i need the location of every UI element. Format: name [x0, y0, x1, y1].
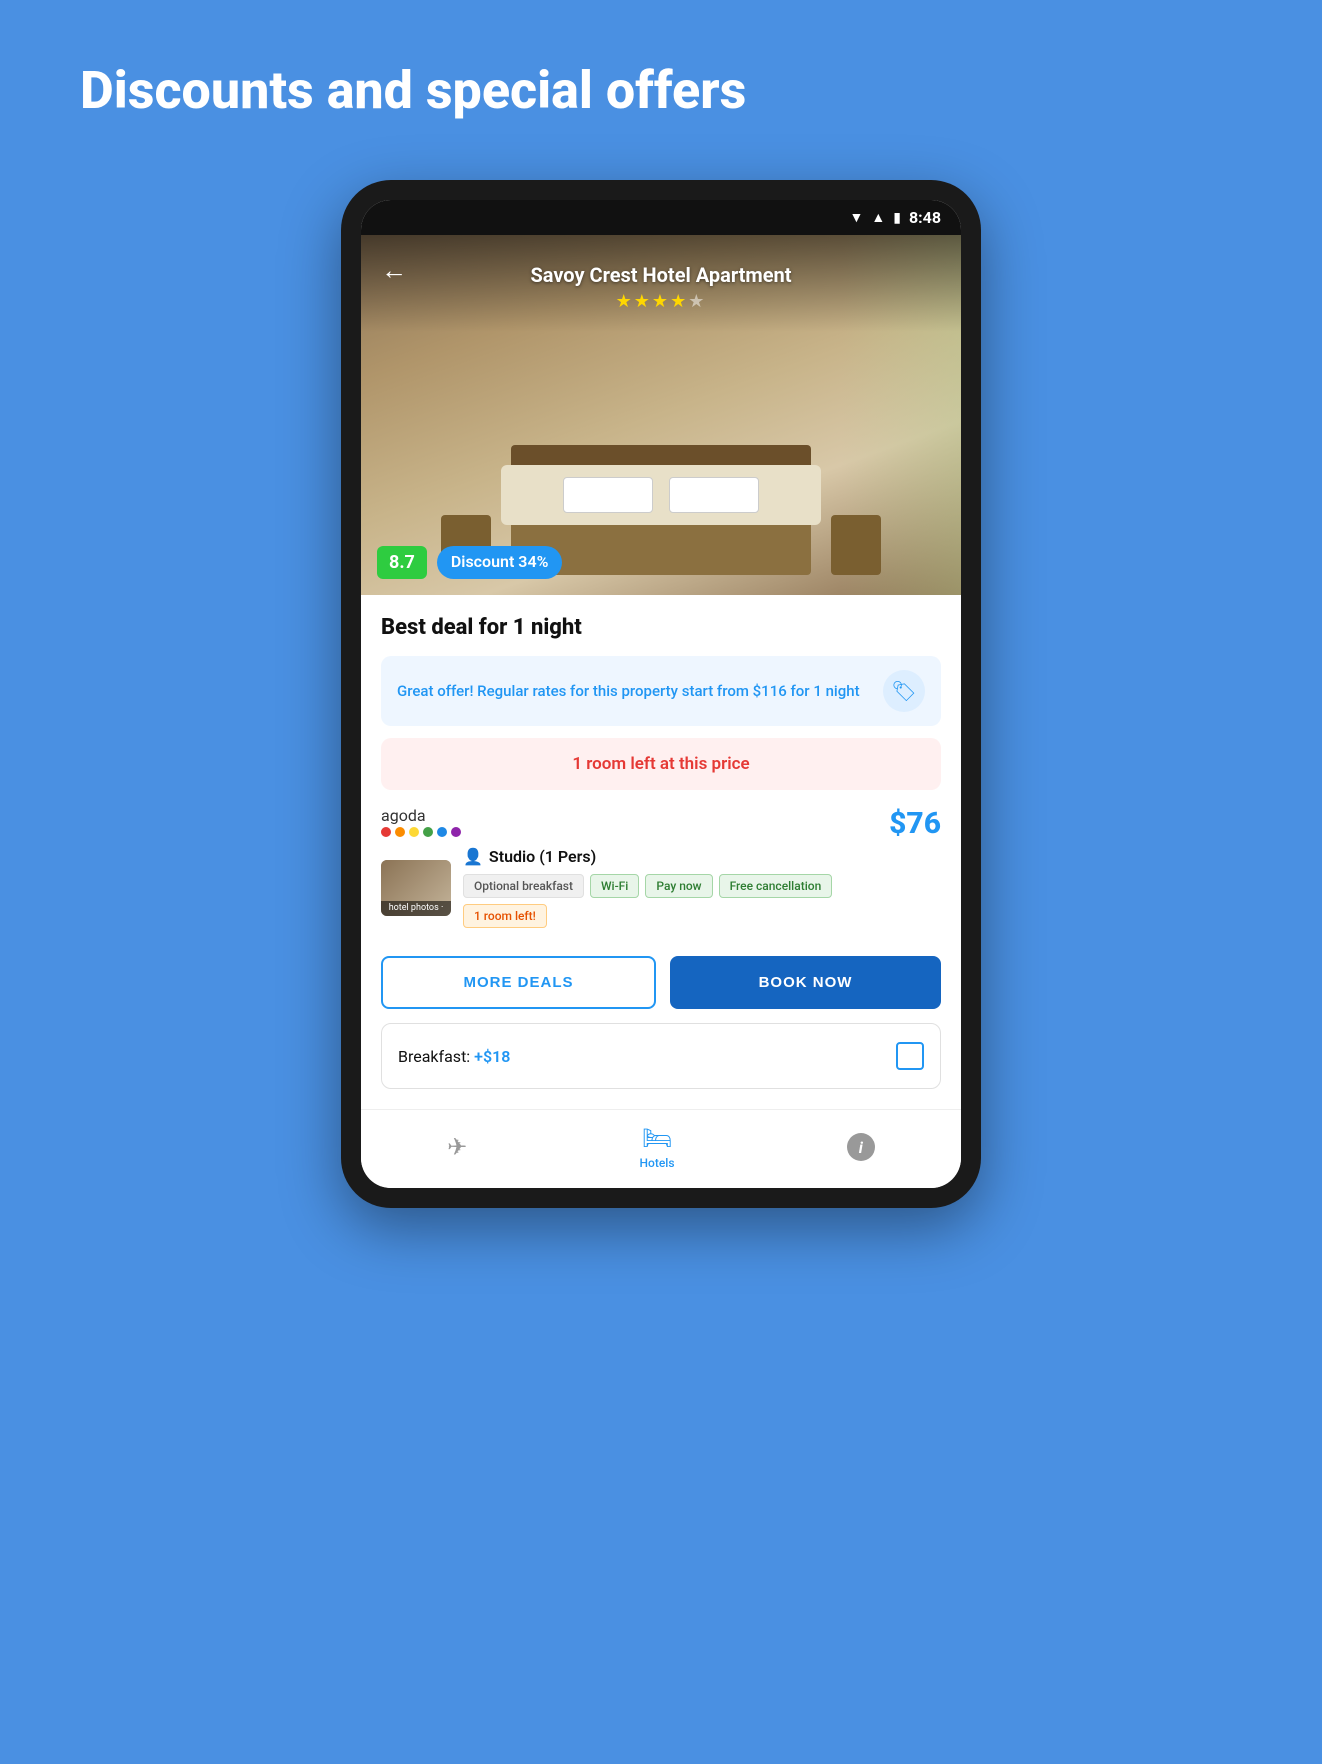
rooms-left-text: 1 room left at this price: [572, 754, 749, 774]
nav-info[interactable]: i: [847, 1133, 875, 1161]
breakfast-label: Breakfast: +$18: [398, 1047, 510, 1066]
hotel-score: 8.7: [377, 546, 427, 579]
page-title: Discounts and special offers: [0, 0, 1322, 121]
tag-wifi: Wi-Fi: [590, 874, 639, 898]
offer-box: Great offer! Regular rates for this prop…: [381, 656, 941, 726]
content-area: Best deal for 1 night Great offer! Regul…: [361, 595, 961, 1109]
battery-icon: ▮: [893, 210, 901, 226]
hotel-name: Savoy Crest Hotel Apartment: [530, 263, 791, 287]
status-time: 8:48: [909, 208, 941, 227]
tag-room-left: 1 room left!: [463, 904, 547, 928]
tag-optional-breakfast: Optional breakfast: [463, 874, 584, 898]
hotel-stars: ★★★★★: [616, 291, 707, 312]
offer-text: Great offer! Regular rates for this prop…: [397, 681, 883, 702]
info-icon: i: [847, 1133, 875, 1161]
nav-flights[interactable]: ✈: [447, 1133, 467, 1161]
agoda-logo: agoda: [381, 806, 889, 837]
nav-hotels[interactable]: 🛏 Hotels: [640, 1124, 675, 1170]
discount-icon: 🏷: [883, 670, 925, 712]
room-photo[interactable]: hotel photos ·: [381, 860, 451, 916]
deal-title: Best deal for 1 night: [381, 615, 941, 640]
action-buttons: MORE DEALS BOOK NOW: [381, 956, 941, 1009]
signal-icon: ▲: [871, 209, 885, 226]
agoda-dots: [381, 827, 461, 837]
room-price: $76: [889, 806, 941, 841]
hotels-icon: 🛏: [642, 1124, 672, 1152]
hotel-badges: 8.7 Discount 34%: [377, 546, 562, 579]
room-photo-label: hotel photos ·: [381, 901, 451, 916]
room-details: 👤 Studio (1 Pers) Optional breakfast Wi-…: [463, 847, 889, 928]
breakfast-price: +$18: [474, 1047, 510, 1066]
booking-details: agoda ho: [381, 806, 889, 928]
rooms-left-banner: 1 room left at this price: [381, 738, 941, 790]
back-button[interactable]: ←: [381, 255, 407, 286]
tag-free-cancellation: Free cancellation: [719, 874, 833, 898]
price-box: $76: [889, 806, 941, 841]
room-name: 👤 Studio (1 Pers): [463, 847, 889, 866]
discount-badge: Discount 34%: [437, 546, 563, 579]
breakfast-checkbox[interactable]: [896, 1042, 924, 1070]
breakfast-row: Breakfast: +$18: [381, 1023, 941, 1089]
hotels-label: Hotels: [640, 1156, 675, 1170]
agoda-text: agoda: [381, 806, 426, 825]
device-frame: ▼ ▲ ▮ 8:48: [341, 180, 981, 1208]
flights-icon: ✈: [447, 1133, 467, 1161]
wifi-icon: ▼: [850, 209, 864, 226]
booking-row: agoda ho: [381, 806, 941, 940]
hotel-image: ← Savoy Crest Hotel Apartment ★★★★★ 8.7 …: [361, 235, 961, 595]
tag-pay-now: Pay now: [645, 874, 712, 898]
book-now-button[interactable]: BOOK NOW: [670, 956, 941, 1009]
person-icon: 👤: [463, 847, 483, 866]
status-bar: ▼ ▲ ▮ 8:48: [361, 200, 961, 235]
hotel-header: ← Savoy Crest Hotel Apartment ★★★★★: [361, 235, 961, 332]
amenity-tags: Optional breakfast Wi-Fi Pay now Free ca…: [463, 874, 889, 928]
room-info-row: hotel photos · 👤 Studio (1 Pers) Optiona…: [381, 847, 889, 928]
bottom-nav: ✈ 🛏 Hotels i: [361, 1109, 961, 1188]
more-deals-button[interactable]: MORE DEALS: [381, 956, 656, 1009]
device-screen: ▼ ▲ ▮ 8:48: [361, 200, 961, 1188]
